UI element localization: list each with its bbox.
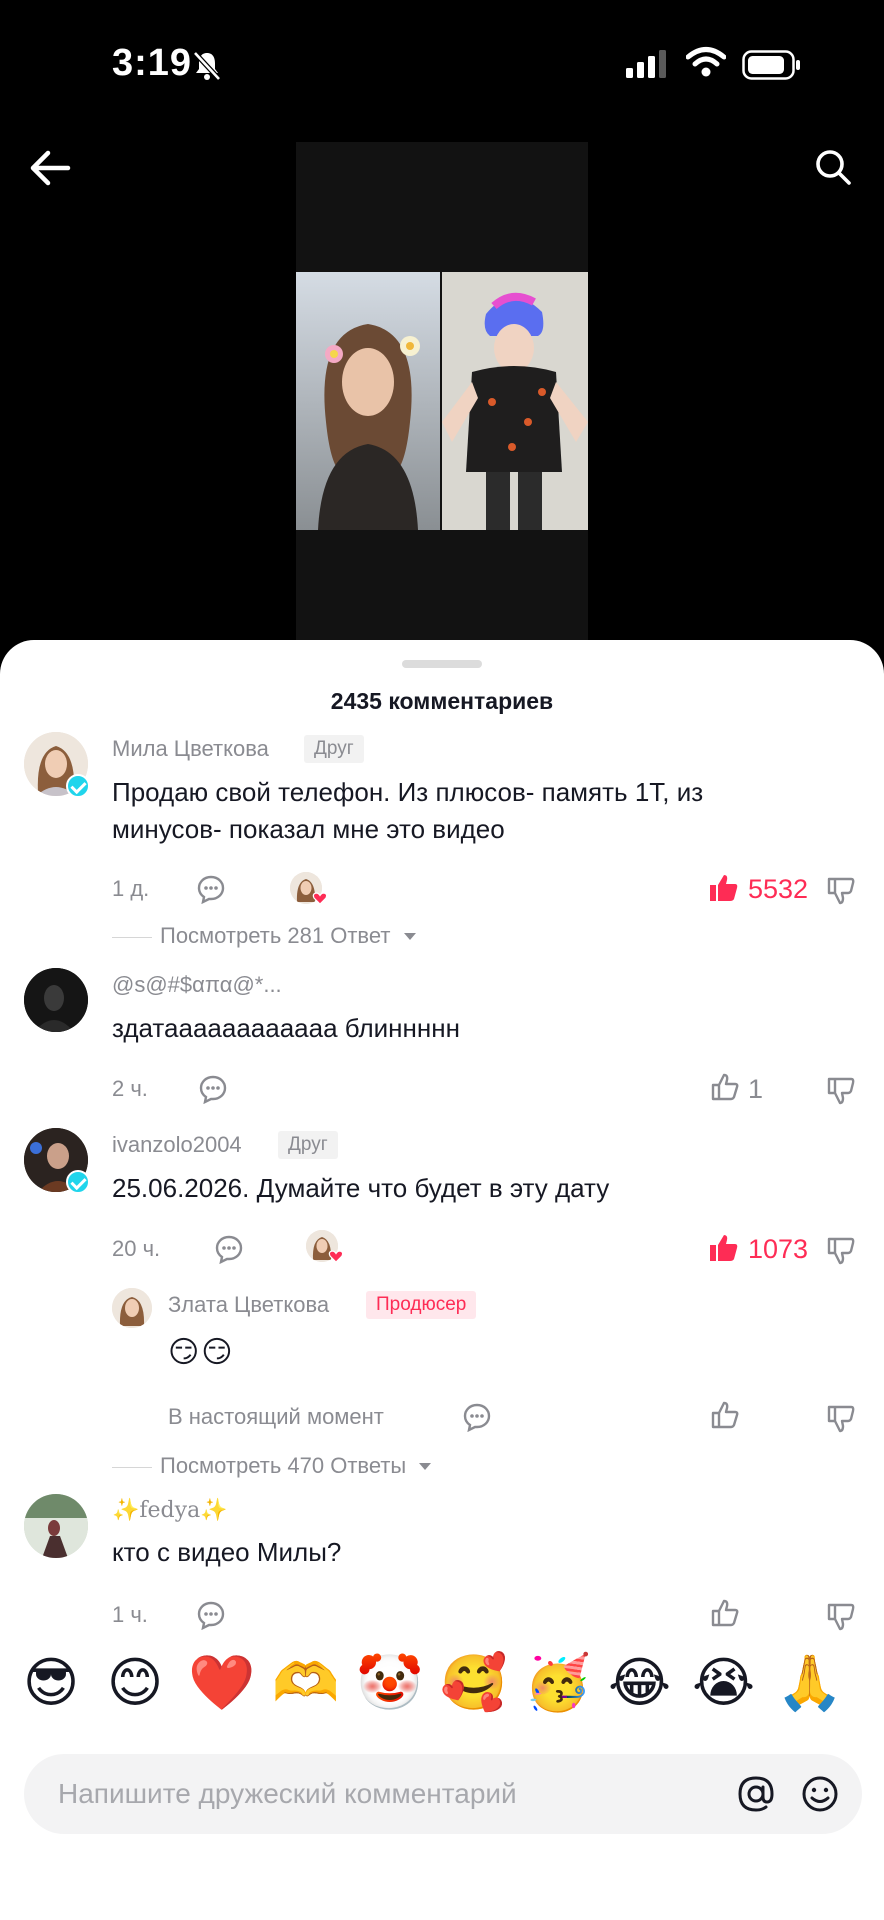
comments-count: 2435 комментариев xyxy=(330,688,554,714)
view-replies-button[interactable]: Посмотреть 470 Ответы xyxy=(112,1453,432,1479)
status-time: 3:19 xyxy=(112,42,193,84)
thumbs-down-icon[interactable] xyxy=(826,1076,856,1106)
wifi-icon xyxy=(686,47,726,77)
thumbs-down-icon[interactable] xyxy=(826,1236,856,1266)
video-frame-right xyxy=(442,272,588,530)
emoji-picker-icon[interactable] xyxy=(800,1774,840,1814)
comments-sheet: 2435 комментариев Мила Цветкова Друг Про… xyxy=(0,640,884,1920)
comment-composer xyxy=(24,1754,862,1834)
thumbs-down-icon[interactable] xyxy=(826,1602,856,1632)
person-image xyxy=(296,272,440,530)
verified-badge-icon xyxy=(66,1170,90,1194)
thumbs-down-icon[interactable] xyxy=(826,876,856,906)
comment-text: 25.06.2026. Думайте что будет в эту дату xyxy=(112,1173,610,1203)
like-count: 5532 xyxy=(748,874,809,904)
reply-text: 😏😏 xyxy=(168,1336,235,1369)
video-frame-left xyxy=(296,272,440,530)
avatar[interactable] xyxy=(24,968,88,1032)
battery-icon xyxy=(742,50,800,80)
chevron-down-icon xyxy=(403,933,416,941)
emoji-devil-crown[interactable]: 🤡 xyxy=(356,1652,423,1714)
reply-bubble-icon[interactable] xyxy=(214,1234,244,1264)
thumbs-up-icon[interactable] xyxy=(710,1400,740,1430)
cellular-signal-icon xyxy=(626,50,666,78)
back-arrow-icon[interactable] xyxy=(28,146,72,190)
emoji-pray[interactable]: 🙏 xyxy=(776,1652,843,1714)
comment-text: Продаю свой телефон. Из плюсов- память 1… xyxy=(112,777,704,844)
thumbs-up-filled-icon[interactable] xyxy=(708,1232,740,1264)
reply-bubble-icon[interactable] xyxy=(462,1402,492,1432)
comment-username[interactable]: Мила Цветкова xyxy=(112,736,269,762)
thumbs-up-icon[interactable] xyxy=(710,1072,740,1102)
quick-emoji-bar: 😎 😊 ❤️ 🫶 🤡 🥰 🥳 😂 😭 🙏 xyxy=(20,1652,870,1722)
emoji-crying[interactable]: 😭 xyxy=(692,1652,755,1714)
heart-badge-icon xyxy=(312,892,328,905)
bell-muted-icon xyxy=(193,51,221,81)
heart-badge-icon xyxy=(328,1250,344,1263)
person-image xyxy=(442,272,588,530)
thumbs-up-filled-icon[interactable] xyxy=(708,872,740,904)
view-replies-button[interactable]: Посмотреть 281 Ответ xyxy=(112,923,417,949)
like-count: 1073 xyxy=(748,1234,809,1264)
comment-username[interactable]: ivanzolo2004 xyxy=(112,1132,242,1158)
comment-text: кто с видео Милы? xyxy=(112,1537,342,1567)
emoji-heart[interactable]: ❤️ xyxy=(188,1652,255,1714)
like-count: 1 xyxy=(748,1074,764,1104)
reply-bubble-icon[interactable] xyxy=(198,1074,228,1104)
comment-time: 1 ч. xyxy=(112,1602,148,1627)
avatar[interactable] xyxy=(24,1494,88,1558)
thumbs-down-icon[interactable] xyxy=(826,1404,856,1434)
emoji-heart-hands[interactable]: 🫶 xyxy=(272,1652,339,1714)
chevron-down-icon xyxy=(419,1463,432,1471)
reply-avatar[interactable] xyxy=(112,1288,152,1328)
comment-username[interactable]: ✨fedya✨ xyxy=(112,1498,228,1523)
reply-bubble-icon[interactable] xyxy=(196,1600,226,1630)
comment-username[interactable]: @s@#$απα@*... xyxy=(112,972,282,998)
producer-badge: Продюсер xyxy=(366,1291,477,1319)
comment-time: 1 д. xyxy=(112,876,150,901)
verified-badge-icon xyxy=(66,774,90,798)
comment-time: 2 ч. xyxy=(112,1076,148,1101)
search-icon[interactable] xyxy=(814,148,852,186)
emoji-party[interactable]: 🥳 xyxy=(524,1652,591,1714)
emoji-smile[interactable]: 😊 xyxy=(104,1652,166,1714)
thumbs-up-icon[interactable] xyxy=(710,1598,740,1628)
status-bar: 3:19 xyxy=(0,0,884,130)
emoji-laughing[interactable]: 😂 xyxy=(608,1652,671,1714)
comment-input[interactable] xyxy=(58,1754,698,1834)
friend-badge: Друг xyxy=(304,735,364,763)
reply-time: В настоящий момент xyxy=(168,1404,384,1429)
reply-bubble-icon[interactable] xyxy=(196,874,226,904)
comment-text: здатаааааааааааа блиннннн xyxy=(112,1013,460,1043)
emoji-love-eyes[interactable]: 🥰 xyxy=(440,1652,507,1714)
video-preview[interactable] xyxy=(296,142,588,642)
sheet-drag-handle[interactable] xyxy=(402,660,482,668)
emoji-sunglasses[interactable]: 😎 xyxy=(20,1652,82,1714)
reply-username[interactable]: Злата Цветкова xyxy=(168,1292,329,1318)
friend-badge: Друг xyxy=(278,1131,338,1159)
comment-time: 20 ч. xyxy=(112,1236,161,1261)
mention-at-icon[interactable] xyxy=(736,1774,776,1814)
